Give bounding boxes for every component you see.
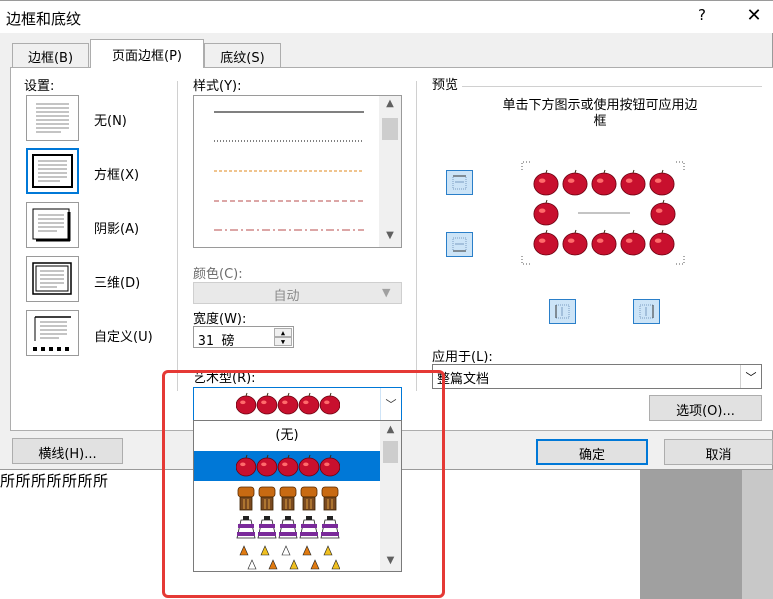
tab-shading[interactable]: 底纹(S) — [204, 43, 281, 67]
width-value: 31 磅 — [198, 334, 235, 349]
setting-box-icon[interactable] — [26, 148, 79, 194]
top-border-button[interactable] — [446, 170, 473, 195]
setting-3d-icon[interactable] — [26, 256, 79, 302]
color-dropdown[interactable]: 自动 ▼ — [193, 282, 402, 304]
style-listbox[interactable]: ▲ ▼ — [193, 95, 402, 248]
document-scroll-area — [742, 470, 773, 599]
dialog-title: 边框和底纹 — [6, 10, 82, 28]
setting-box-label[interactable]: 方框(X) — [94, 164, 139, 183]
scroll-down-icon[interactable]: ▼ — [379, 230, 401, 241]
width-stepper[interactable]: 31 磅 ▲ ▼ — [193, 326, 294, 349]
left-border-button[interactable] — [549, 299, 576, 324]
ok-button[interactable]: 确定 — [536, 439, 648, 465]
cancel-button[interactable]: 取消 — [664, 439, 773, 465]
settings-label: 设置: — [24, 79, 55, 94]
preview-label: 预览 — [432, 78, 459, 93]
scroll-thumb[interactable] — [382, 118, 398, 140]
setting-none-label[interactable]: 无(N) — [94, 110, 127, 129]
stepper-up-icon[interactable]: ▲ — [274, 328, 292, 337]
tab-page-border[interactable]: 页面边框(P) — [90, 39, 204, 68]
options-button[interactable]: 选项(O)... — [649, 395, 762, 421]
apply-to-dropdown[interactable]: 整篇文档 ﹀ — [432, 364, 762, 389]
setting-custom-icon[interactable] — [26, 310, 79, 356]
title-bar: 边框和底纹 ? ✕ — [0, 1, 773, 33]
chevron-down-icon: ﹀ — [740, 365, 761, 388]
stepper-down-icon[interactable]: ▼ — [274, 337, 292, 346]
width-label: 宽度(W): — [193, 312, 247, 327]
document-text: 所所所所所所所 — [0, 472, 109, 490]
apply-to-label: 应用于(L): — [432, 350, 493, 365]
preview-divider — [462, 86, 762, 87]
divider — [416, 81, 417, 391]
chevron-down-icon: ▼ — [382, 286, 391, 299]
close-button[interactable]: ✕ — [742, 5, 766, 29]
preview-hint-line1: 单击下方图示或使用按钮可应用边 — [502, 98, 698, 113]
help-button[interactable]: ? — [690, 6, 714, 28]
bottom-border-button[interactable] — [446, 232, 473, 257]
scroll-up-icon[interactable]: ▲ — [379, 98, 401, 109]
preview-hint: 单击下方图示或使用按钮可应用边 框 — [470, 98, 730, 130]
divider — [177, 81, 178, 391]
style-scrollbar[interactable]: ▲ ▼ — [379, 96, 401, 247]
preview-page[interactable] — [518, 158, 688, 268]
color-value: 自动 — [273, 289, 300, 304]
setting-shadow-label[interactable]: 阴影(A) — [94, 218, 139, 237]
highlight-annotation — [162, 370, 445, 598]
setting-none-icon[interactable] — [26, 95, 79, 141]
setting-shadow-icon[interactable] — [26, 202, 79, 248]
style-label: 样式(Y): — [193, 79, 242, 94]
preview-hint-line2: 框 — [593, 114, 607, 129]
setting-3d-label[interactable]: 三维(D) — [94, 272, 140, 291]
setting-custom-label[interactable]: 自定义(U) — [94, 326, 153, 345]
tab-borders[interactable]: 边框(B) — [12, 43, 89, 67]
right-border-button[interactable] — [633, 299, 660, 324]
horizontal-line-button[interactable]: 横线(H)... — [12, 438, 123, 464]
color-label: 颜色(C): — [193, 267, 243, 282]
